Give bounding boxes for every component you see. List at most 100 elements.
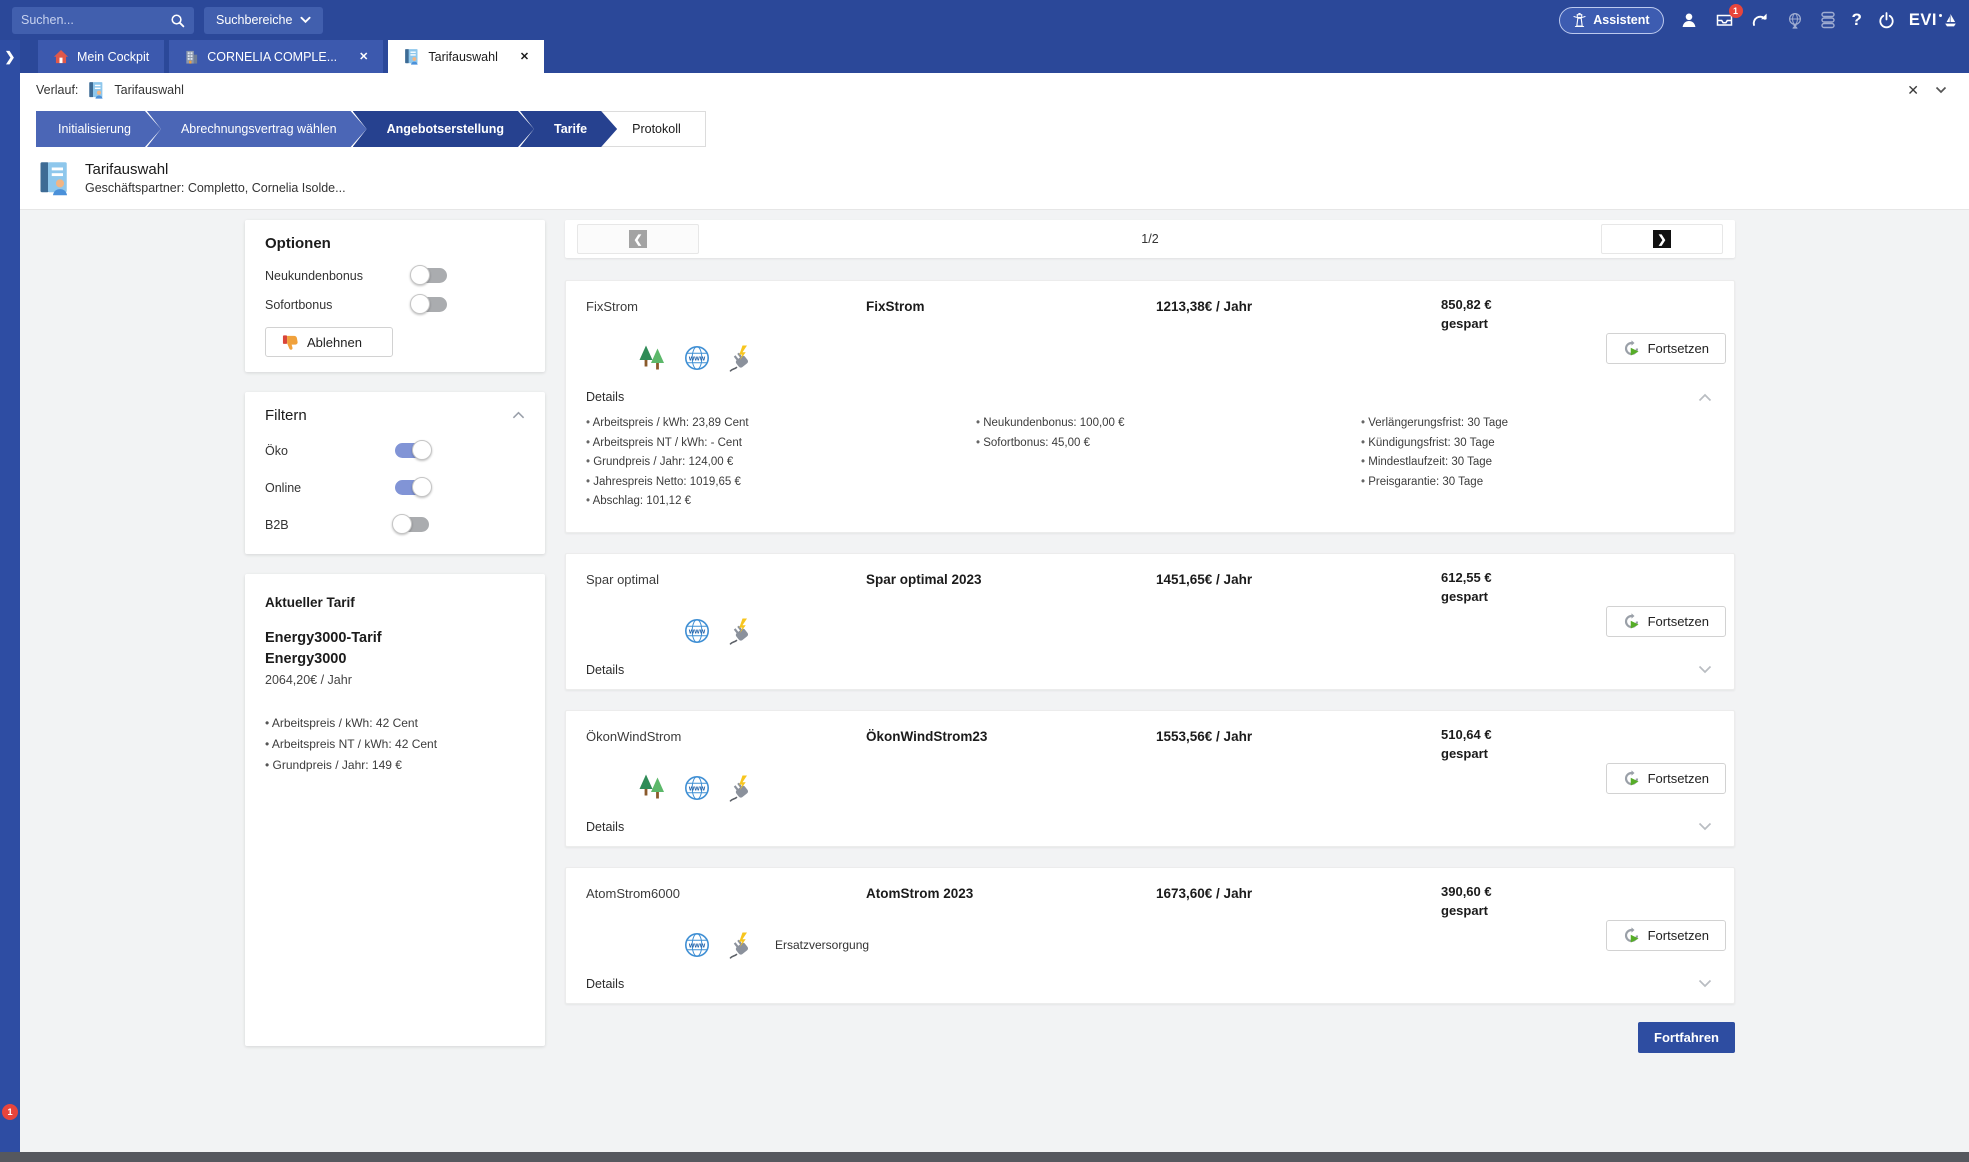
current-tariff-detail: Arbeitspreis / kWh: 42 Cent <box>265 713 525 734</box>
chevron-up-icon[interactable] <box>512 411 525 420</box>
resume-icon <box>1623 770 1640 787</box>
toggle-b2b[interactable] <box>395 517 429 532</box>
toggle-online[interactable] <box>395 480 429 495</box>
topbar: Suchbereiche Assistent 1 ? EVI <box>0 0 1969 40</box>
search-box[interactable] <box>12 7 194 34</box>
tariff-row: Spar optimalSpar optimal 20231451,65€ / … <box>586 568 1714 606</box>
body-area: Optionen Neukundenbonus Sofortbonus Ableh… <box>20 210 1969 1152</box>
tab-cornelia-comple[interactable]: CORNELIA COMPLE...✕ <box>169 40 383 73</box>
chevron-up-icon[interactable] <box>1698 393 1714 402</box>
assistant-label: Assistent <box>1593 13 1649 27</box>
toggle-sofortbonus[interactable] <box>413 297 447 312</box>
tariff-doc-icon <box>87 81 105 99</box>
details-toggle[interactable]: Details <box>586 820 624 834</box>
svg-text:www: www <box>688 356 706 363</box>
tariff-badges: www <box>586 772 1714 804</box>
search-input[interactable] <box>21 13 164 27</box>
saved-suffix: gespart <box>1441 316 1488 331</box>
detail-item: Arbeitspreis / kWh: 23,89 Cent <box>586 414 976 434</box>
power-plug-icon <box>726 344 758 372</box>
wizard-step-label: Tarife <box>554 122 587 136</box>
chevron-down-icon[interactable] <box>1698 979 1714 988</box>
tariff-badges: wwwErsatzversorgung <box>586 929 1714 961</box>
power-icon[interactable] <box>1878 12 1895 29</box>
saved-suffix: gespart <box>1441 589 1488 604</box>
saved-suffix: gespart <box>1441 903 1488 918</box>
fortsetzen-label: Fortsetzen <box>1648 614 1709 629</box>
tariff-saved: 850,82 € gespart <box>1441 295 1641 333</box>
inbox-icon[interactable]: 1 <box>1714 11 1735 29</box>
toggle-label: Sofortbonus <box>265 298 413 312</box>
filter-head[interactable]: Filtern <box>265 407 525 424</box>
search-scope-button[interactable]: Suchbereiche <box>204 7 323 34</box>
chevron-down-icon[interactable] <box>1935 86 1947 94</box>
database-icon[interactable] <box>1820 11 1836 29</box>
fortsetzen-label: Fortsetzen <box>1648 771 1709 786</box>
close-icon[interactable]: ✕ <box>520 50 529 63</box>
close-icon[interactable]: ✕ <box>1907 82 1919 99</box>
chevron-left-icon: ❮ <box>629 230 647 248</box>
resume-icon <box>1623 340 1640 357</box>
wizard-step-initialisierung[interactable]: Initialisierung <box>36 111 161 147</box>
wizard-step-angebotserstellung[interactable]: Angebotserstellung <box>353 111 534 147</box>
help-icon[interactable]: ? <box>1852 10 1862 30</box>
expand-panel-chevron-icon[interactable]: ❯ <box>0 49 20 65</box>
power-plug-icon <box>726 774 758 802</box>
options-toggles: Neukundenbonus Sofortbonus <box>265 261 525 319</box>
globe-user-icon[interactable] <box>1786 11 1804 29</box>
wizard-step-tarife[interactable]: Tarife <box>520 111 617 147</box>
fortsetzen-button[interactable]: Fortsetzen <box>1606 606 1726 637</box>
tariff-price: 1213,38€ / Jahr <box>1156 295 1441 314</box>
detail-item: Neukundenbonus: 100,00 € <box>976 414 1361 434</box>
fortsetzen-button[interactable]: Fortsetzen <box>1606 920 1726 951</box>
continue-button[interactable]: Fortfahren <box>1638 1022 1735 1053</box>
page-subtitle: Geschäftspartner: Completto, Cornelia Is… <box>85 181 346 195</box>
filter-panel: Filtern ÖkoOnlineB2B <box>245 392 545 554</box>
options-title: Optionen <box>265 235 525 252</box>
fortsetzen-button[interactable]: Fortsetzen <box>1606 763 1726 794</box>
toggle-ko[interactable] <box>395 443 429 458</box>
tariff-cards: FixStromFixStrom1213,38€ / Jahr850,82 €g… <box>565 280 1735 1004</box>
home-icon <box>53 49 69 64</box>
tab-mein-cockpit[interactable]: Mein Cockpit <box>38 40 164 73</box>
toggle-label: Neukundenbonus <box>265 269 413 283</box>
collapsed-side-panel[interactable]: ❯ 1 <box>0 40 20 1152</box>
wizard-step-abrechnungsvertrag-w-hlen[interactable]: Abrechnungsvertrag wählen <box>147 111 367 147</box>
previous-page-button[interactable]: ❮ <box>577 224 699 254</box>
fortsetzen-button[interactable]: Fortsetzen <box>1606 333 1726 364</box>
tariff-row: FixStromFixStrom1213,38€ / Jahr850,82 €g… <box>586 295 1714 333</box>
details-column: Verlängerungsfrist: 30 TageKündigungsfri… <box>1361 414 1714 512</box>
details-toggle[interactable]: Details <box>586 390 624 404</box>
tab-tarifauswahl[interactable]: Tarifauswahl✕ <box>388 40 544 73</box>
page-header: Tarifauswahl Geschäftspartner: Completto… <box>20 147 1969 210</box>
current-tariff-price: 2064,20€ / Jahr <box>265 673 525 687</box>
tariff-card-konwindstrom: ÖkonWindStromÖkonWindStrom231553,56€ / J… <box>565 710 1735 847</box>
tariff-badges: www <box>586 615 1714 647</box>
next-page-button[interactable]: ❯ <box>1601 224 1723 254</box>
detail-item: Verlängerungsfrist: 30 Tage <box>1361 414 1714 434</box>
chevron-down-icon[interactable] <box>1698 665 1714 674</box>
online-globe-icon: www <box>681 931 713 959</box>
tariff-product: Spar optimal 2023 <box>866 568 1156 587</box>
svg-text:www: www <box>688 785 706 792</box>
workspace: Verlauf: Tarifauswahl ✕ InitialisierungA… <box>20 73 1969 1152</box>
window-bottom-bar <box>0 1152 1969 1162</box>
search-icon[interactable] <box>170 13 185 28</box>
details-toggle[interactable]: Details <box>586 663 624 677</box>
close-icon[interactable]: ✕ <box>359 50 368 63</box>
assistant-button[interactable]: Assistent <box>1559 7 1663 34</box>
brand-logo: EVI <box>1909 11 1957 30</box>
redo-icon[interactable] <box>1751 12 1770 28</box>
details-row: Details <box>586 977 1714 991</box>
toggle-neukundenbonus[interactable] <box>413 268 447 283</box>
reject-button[interactable]: Ablehnen <box>265 327 393 357</box>
panel-alert-badge[interactable]: 1 <box>2 1104 18 1120</box>
history-item[interactable]: Tarifauswahl <box>114 83 183 97</box>
chevron-down-icon[interactable] <box>1698 822 1714 831</box>
details-row: Details <box>586 663 1714 677</box>
details-toggle[interactable]: Details <box>586 977 624 991</box>
saved-amount: 850,82 € <box>1441 297 1492 312</box>
tariff-name: ÖkonWindStrom <box>586 725 866 744</box>
online-globe-icon: www <box>681 617 713 645</box>
user-icon[interactable] <box>1680 11 1698 29</box>
